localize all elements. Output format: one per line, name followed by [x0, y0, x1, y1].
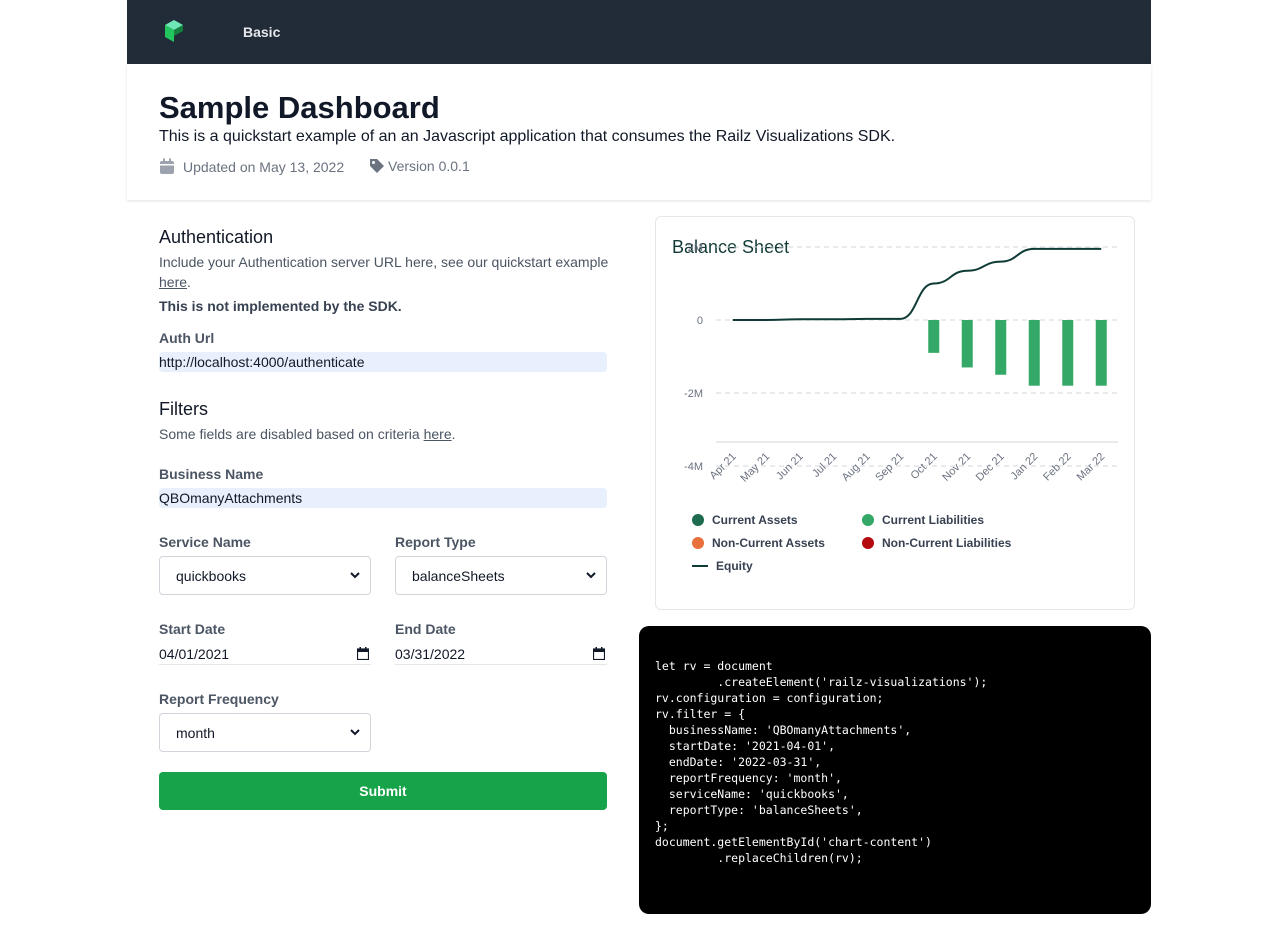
legend-marker: [692, 537, 704, 549]
y-tick-label: 2M: [688, 242, 703, 254]
page-header: Sample Dashboard This is a quickstart ex…: [127, 64, 1151, 200]
filters-hint-text: Some fields are disabled based on criter…: [159, 426, 420, 442]
y-tick-label: -2M: [684, 388, 703, 400]
calendar-icon[interactable]: [357, 647, 369, 660]
legend-marker: [862, 514, 874, 526]
page-description: This is a quickstart example of an an Ja…: [159, 128, 896, 145]
calendar-icon: [160, 158, 174, 174]
version-text: Version 0.0.1: [388, 158, 470, 174]
business-name-input[interactable]: [159, 488, 607, 508]
filters-hint: Some fields are disabled based on criter…: [159, 424, 456, 444]
legend-label: Non-Current Liabilities: [882, 536, 1012, 550]
x-tick-label: Aug 21: [840, 451, 873, 484]
balance-sheet-card: Balance Sheet 2M 0 -2M -4M Apr 21 May 21 Jun 2…: [655, 216, 1135, 610]
bar-current-liabilities: [1028, 320, 1040, 386]
calendar-icon[interactable]: [593, 647, 605, 660]
legend-label: Non-Current Assets: [712, 536, 825, 550]
legend-item[interactable]: Non-Current Assets: [692, 536, 825, 550]
x-tick-label: Jul 21: [810, 451, 839, 480]
bar-current-liabilities: [1062, 320, 1074, 386]
start-date-value: 04/01/2021: [159, 646, 230, 662]
x-tick-label: Nov 21: [940, 451, 973, 484]
page-title: Sample Dashboard: [159, 90, 440, 125]
report-frequency-select[interactable]: month: [159, 713, 371, 752]
end-date-label: End Date: [395, 621, 456, 637]
legend-item[interactable]: Non-Current Liabilities: [862, 536, 1011, 550]
filters-section-title: Filters: [159, 399, 208, 419]
updated-meta: Updated on May 13, 2022: [159, 158, 344, 175]
auth-url-label: Auth Url: [159, 330, 215, 346]
end-date-input[interactable]: 03/31/2022: [395, 644, 607, 665]
auth-not-implemented-note: This is not implemented by the SDK.: [159, 298, 402, 314]
service-name-value: quickbooks: [176, 568, 247, 584]
x-tick-label: Dec 21: [974, 451, 1007, 484]
filters-hint-link[interactable]: here: [424, 426, 452, 442]
legend-marker: [692, 565, 708, 567]
chevron-down-icon: [586, 572, 596, 579]
bar-current-liabilities: [995, 320, 1007, 375]
code-snippet-block: let rv = document .createElement('railz-…: [639, 626, 1151, 914]
chevron-down-icon: [350, 572, 360, 579]
x-tick-label: May 21: [738, 451, 772, 485]
tag-icon: [370, 159, 384, 173]
legend-marker: [692, 514, 704, 526]
legend-label: Current Assets: [712, 513, 798, 527]
start-date-label: Start Date: [159, 621, 226, 637]
auth-hint-suffix: .: [187, 274, 191, 290]
report-type-label: Report Type: [395, 534, 476, 550]
x-tick-label: Feb 22: [1041, 451, 1074, 484]
start-date-input[interactable]: 04/01/2021: [159, 644, 371, 665]
balance-sheet-chart: 2M0-2M-4M Apr 21 May 21 Jun 21 Jul 21 Aug 21 S…: [684, 242, 1118, 485]
legend-marker: [862, 537, 874, 549]
updated-date: Updated on May 13, 2022: [183, 158, 345, 175]
end-date-value: 03/31/2022: [395, 646, 466, 662]
legend-label: Equity: [716, 559, 753, 573]
version-meta: Version 0.0.1: [369, 158, 470, 174]
x-tick-label: Mar 22: [1075, 451, 1108, 484]
legend-item[interactable]: Current Liabilities: [862, 513, 984, 527]
legend-item[interactable]: Equity: [692, 559, 753, 573]
x-tick-label: Jun 21: [774, 451, 806, 483]
auth-hint: Include your Authentication server URL h…: [159, 252, 609, 292]
auth-hint-text: Include your Authentication server URL h…: [159, 254, 609, 270]
service-name-label: Service Name: [159, 534, 251, 550]
business-name-label: Business Name: [159, 466, 264, 482]
railz-logo-icon[interactable]: [163, 20, 185, 42]
auth-section-title: Authentication: [159, 227, 274, 247]
auth-url-input[interactable]: [159, 352, 607, 372]
nav-link-basic[interactable]: Basic: [243, 24, 280, 40]
code-snippet: let rv = document .createElement('railz-…: [655, 659, 988, 865]
report-frequency-label: Report Frequency: [159, 691, 279, 707]
top-navbar: Basic: [127, 0, 1151, 64]
y-tick-label: 0: [697, 315, 703, 327]
report-frequency-value: month: [176, 725, 215, 741]
service-name-select[interactable]: quickbooks: [159, 556, 371, 595]
legend-item[interactable]: Current Assets: [692, 513, 798, 527]
legend-label: Current Liabilities: [882, 513, 985, 527]
bar-current-liabilities: [928, 320, 940, 353]
y-tick-label: -4M: [684, 461, 703, 473]
report-type-select[interactable]: balanceSheets: [395, 556, 607, 595]
x-tick-label: Sep 21: [873, 451, 906, 484]
x-tick-label: Jan 22: [1009, 451, 1041, 483]
report-type-value: balanceSheets: [412, 568, 505, 584]
auth-hint-link[interactable]: here: [159, 274, 187, 290]
equity-line: [732, 247, 1102, 321]
chevron-down-icon: [350, 729, 360, 736]
bar-current-liabilities: [1095, 320, 1107, 386]
filters-hint-suffix: .: [451, 426, 456, 442]
bar-current-liabilities: [961, 320, 973, 368]
submit-button[interactable]: Submit: [159, 772, 607, 810]
